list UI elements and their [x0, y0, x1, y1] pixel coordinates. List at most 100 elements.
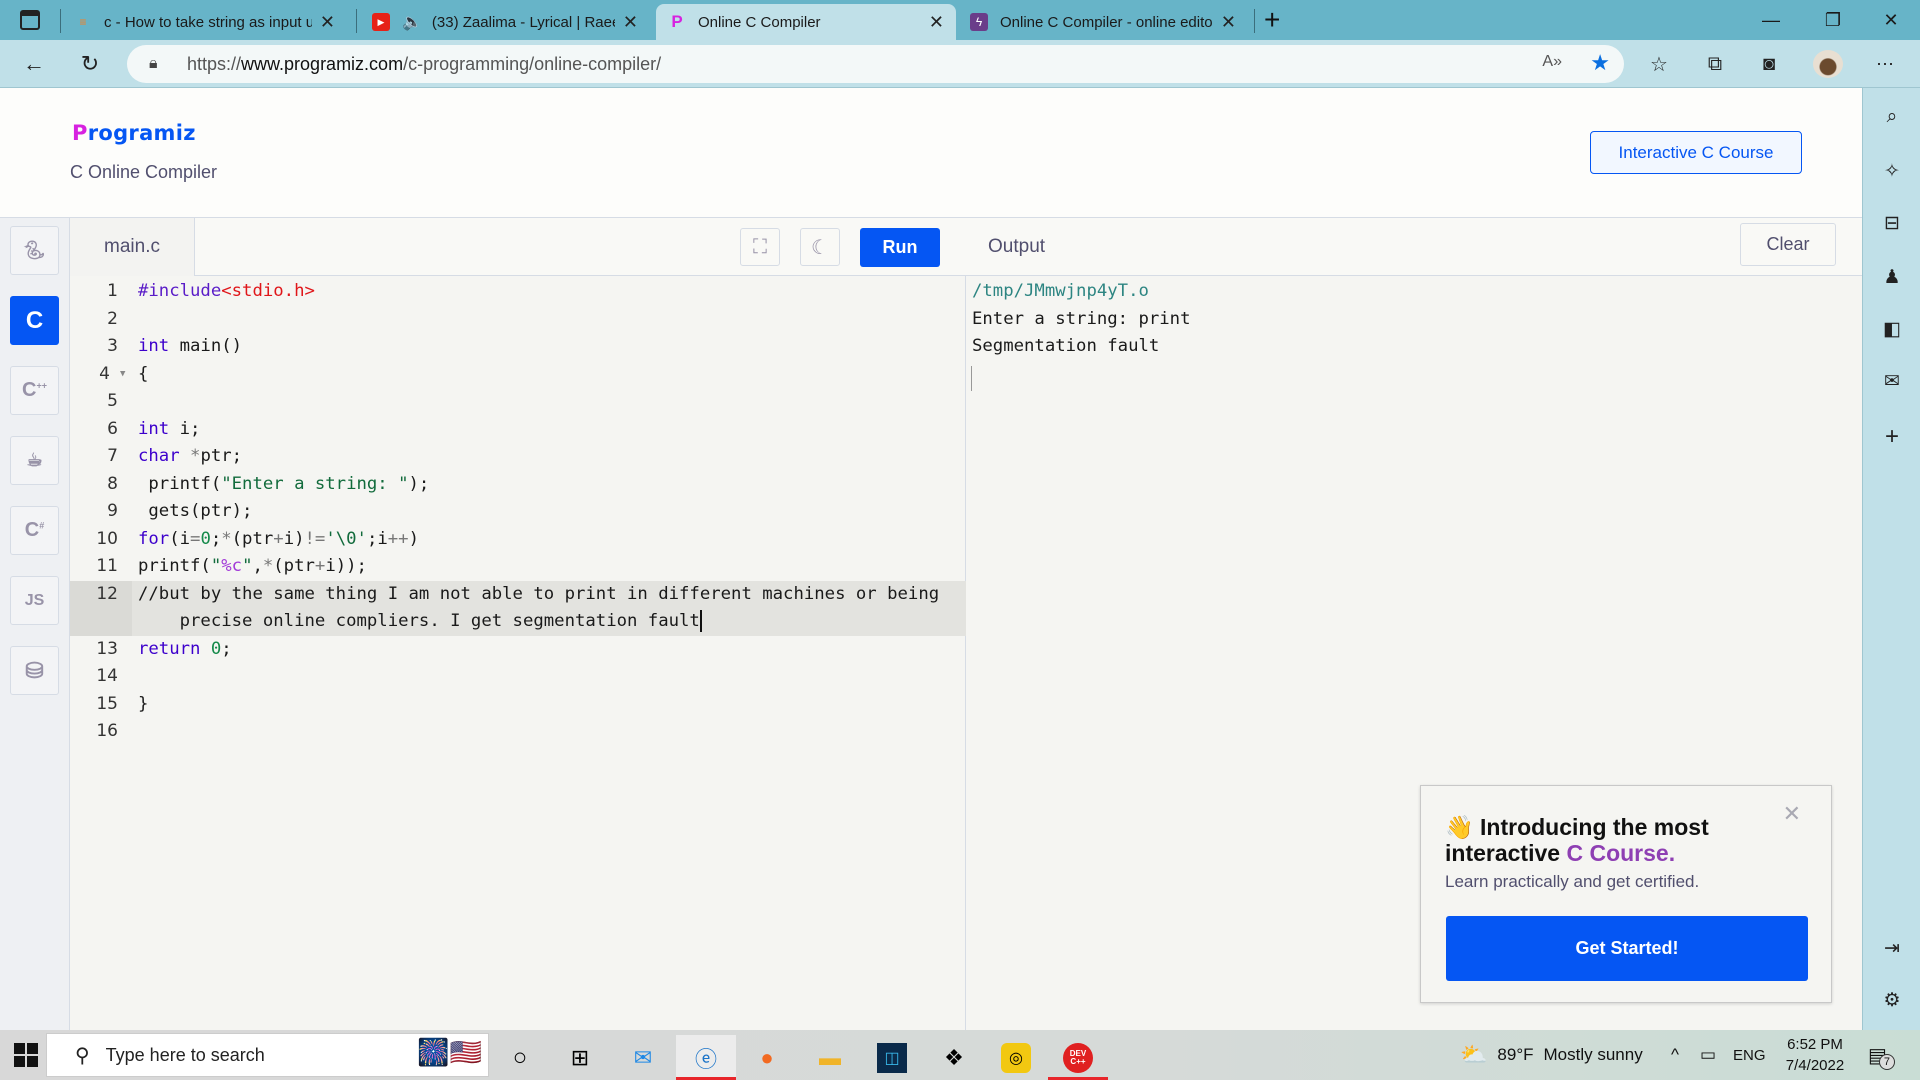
sidebar-collapse-icon[interactable]: ⇥: [1877, 933, 1907, 963]
close-tab-icon[interactable]: ✕: [320, 12, 335, 33]
code-line-active-wrap: precise online compliers. I get segmenta…: [70, 608, 966, 636]
battery-icon[interactable]: ▭: [1700, 1030, 1716, 1080]
notification-center[interactable]: ▤ 7: [1868, 1030, 1895, 1080]
output-title: Output: [988, 236, 1046, 257]
read-aloud-icon[interactable]: A»: [1542, 53, 1562, 71]
close-tab-icon[interactable]: ✕: [929, 12, 944, 33]
refresh-button[interactable]: ↻: [74, 48, 106, 80]
fold-arrow-icon[interactable]: ▼: [120, 361, 125, 389]
python-language-button[interactable]: 🐍︎: [10, 226, 59, 275]
edge-icon[interactable]: ⓔ: [676, 1035, 736, 1080]
dark-mode-button[interactable]: ☾: [800, 228, 840, 266]
promo-title: 👋 Introducing the most interactive C Cou…: [1445, 814, 1709, 866]
code-line: 14: [96, 666, 118, 686]
output-cursor: [971, 366, 972, 391]
toolbox-icon[interactable]: ⊟: [1877, 208, 1907, 238]
file-explorer-icon[interactable]: ▬: [800, 1035, 860, 1080]
tab-actions-icon[interactable]: [20, 10, 40, 30]
weather-sun-icon: ⛅: [1460, 1042, 1488, 1067]
browser-tab-online-editor[interactable]: ϟ Online C Compiler - online editor ✕: [958, 4, 1248, 40]
browser-tab-stackoverflow[interactable]: ≡ c - How to take string as input us ✕: [62, 4, 347, 40]
output-line: Segmentation fault: [972, 336, 1160, 356]
search-icon[interactable]: ⌕: [1877, 102, 1907, 132]
search-icon: ⚲: [75, 1044, 90, 1067]
browser-tab-youtube[interactable]: ▶ 🔈 (33) Zaalima - Lyrical | Raees ✕: [360, 4, 650, 40]
windows-start-button[interactable]: [14, 1043, 38, 1067]
file-tab-main-c[interactable]: main.c: [70, 218, 195, 276]
collections-icon[interactable]: ⧉: [1700, 50, 1730, 78]
url-text[interactable]: https://www.programiz.com/c-programming/…: [187, 54, 661, 75]
close-tab-icon[interactable]: ✕: [623, 12, 638, 33]
favorites-icon[interactable]: ☆: [1644, 50, 1674, 78]
fireworks-flag-icon[interactable]: 🎆🇺🇸: [417, 1037, 482, 1068]
clock[interactable]: 6:52 PM 7/4/2022: [1780, 1030, 1850, 1080]
fullscreen-icon: ⛶: [753, 235, 767, 258]
code-line: 5: [107, 391, 118, 411]
address-bar[interactable]: 🔒︎ https://www.programiz.com/c-programmi…: [127, 45, 1624, 83]
language-indicator[interactable]: ENG: [1733, 1030, 1766, 1080]
code-line: 10 for(i=0;*(ptr+i)!='\0';i++): [96, 528, 419, 549]
sql-language-button[interactable]: ⛁: [10, 646, 59, 695]
audio-playing-icon[interactable]: 🔈: [402, 12, 422, 32]
run-button[interactable]: Run: [860, 228, 940, 267]
new-tab-button[interactable]: +: [1264, 4, 1280, 36]
app-icon[interactable]: ◫: [862, 1035, 922, 1080]
settings-icon[interactable]: ⚙: [1877, 985, 1907, 1015]
close-tab-icon[interactable]: ✕: [1221, 12, 1236, 33]
java-icon: ☕︎: [26, 450, 43, 470]
cortana-icon[interactable]: ○: [490, 1035, 550, 1080]
minimize-button[interactable]: —: [1748, 6, 1794, 34]
mail-icon[interactable]: ✉: [613, 1035, 673, 1080]
browser-tab-strip: ≡ c - How to take string as input us ✕ ▶…: [0, 0, 1920, 40]
edge-sidebar: ⌕ ✧ ⊟ ♟ ◧ ✉ + ⇥ ⚙: [1862, 88, 1920, 1030]
restore-button[interactable]: ❐: [1810, 6, 1856, 34]
cpp-language-button[interactable]: C++: [10, 366, 59, 415]
code-line: 7 char *ptr;: [107, 446, 243, 466]
close-icon[interactable]: ✕: [1783, 801, 1801, 827]
task-view-icon[interactable]: ⊞: [550, 1035, 610, 1080]
add-icon[interactable]: +: [1877, 422, 1907, 452]
office-icon[interactable]: ◧: [1877, 314, 1907, 344]
notification-count: 7: [1878, 1054, 1895, 1070]
output-line: /tmp/JMmwjnp4yT.o: [972, 281, 1149, 301]
page-subtitle: C Online Compiler: [70, 162, 218, 182]
sparkle-icon[interactable]: ✧: [1877, 156, 1907, 186]
address-bar-row: ← ↻ 🔒︎ https://www.programiz.com/c-progr…: [0, 40, 1920, 88]
code-line: 4 ▼{: [70, 361, 966, 389]
browser-tab-programiz[interactable]: P Online C Compiler ✕: [656, 4, 956, 40]
get-started-button[interactable]: Get Started!: [1446, 916, 1808, 981]
close-window-button[interactable]: ✕: [1868, 6, 1914, 34]
code-line: 3 int main(): [107, 336, 243, 356]
favorite-star-icon[interactable]: ★: [1590, 50, 1610, 76]
code-line: 15}: [96, 693, 149, 714]
screen-recorder-icon[interactable]: ◎: [986, 1035, 1046, 1080]
site-header: Programiz C Online Compiler Interactive …: [0, 88, 1862, 218]
clear-button[interactable]: Clear: [1740, 223, 1836, 266]
dev-cpp-icon[interactable]: DEV C++: [1048, 1035, 1108, 1080]
interactive-course-button[interactable]: Interactive C Course: [1590, 131, 1802, 174]
csharp-language-button[interactable]: C#: [10, 506, 59, 555]
games-icon[interactable]: ♟: [1877, 262, 1907, 292]
profile-avatar[interactable]: [1813, 50, 1843, 78]
weather-widget[interactable]: ⛅ 89°F Mostly sunny: [1460, 1030, 1643, 1080]
lock-icon[interactable]: 🔒︎: [149, 55, 169, 73]
screenshot-icon[interactable]: ◙: [1754, 50, 1784, 78]
output-header: Output Clear: [966, 218, 1862, 276]
language-sidebar: 🐍︎ C C++ ☕︎ C# JS ⛁: [0, 218, 70, 1030]
c-language-button[interactable]: C: [10, 296, 59, 345]
show-hidden-icons[interactable]: ^: [1671, 1030, 1679, 1080]
js-icon: JS: [24, 591, 45, 609]
back-button[interactable]: ←: [18, 48, 50, 80]
more-menu-icon[interactable]: ⋯: [1870, 50, 1900, 78]
javascript-language-button[interactable]: JS: [10, 576, 59, 625]
programiz-logo[interactable]: Programiz: [72, 121, 196, 145]
firefox-icon[interactable]: ●: [737, 1035, 797, 1080]
java-language-button[interactable]: ☕︎: [10, 436, 59, 485]
fullscreen-button[interactable]: ⛶: [740, 228, 780, 266]
outlook-icon[interactable]: ✉: [1877, 366, 1907, 396]
code-editor[interactable]: 1 #include<stdio.h> 2 3 int main() 4 ▼{ 5 6…: [70, 276, 966, 1030]
code-line: 16: [96, 721, 118, 741]
dropbox-icon[interactable]: ❖: [924, 1035, 984, 1080]
editor-header: main.c ⛶ ☾ Run: [70, 218, 966, 276]
taskbar-search[interactable]: ⚲ Type here to search 🎆🇺🇸: [46, 1033, 489, 1077]
